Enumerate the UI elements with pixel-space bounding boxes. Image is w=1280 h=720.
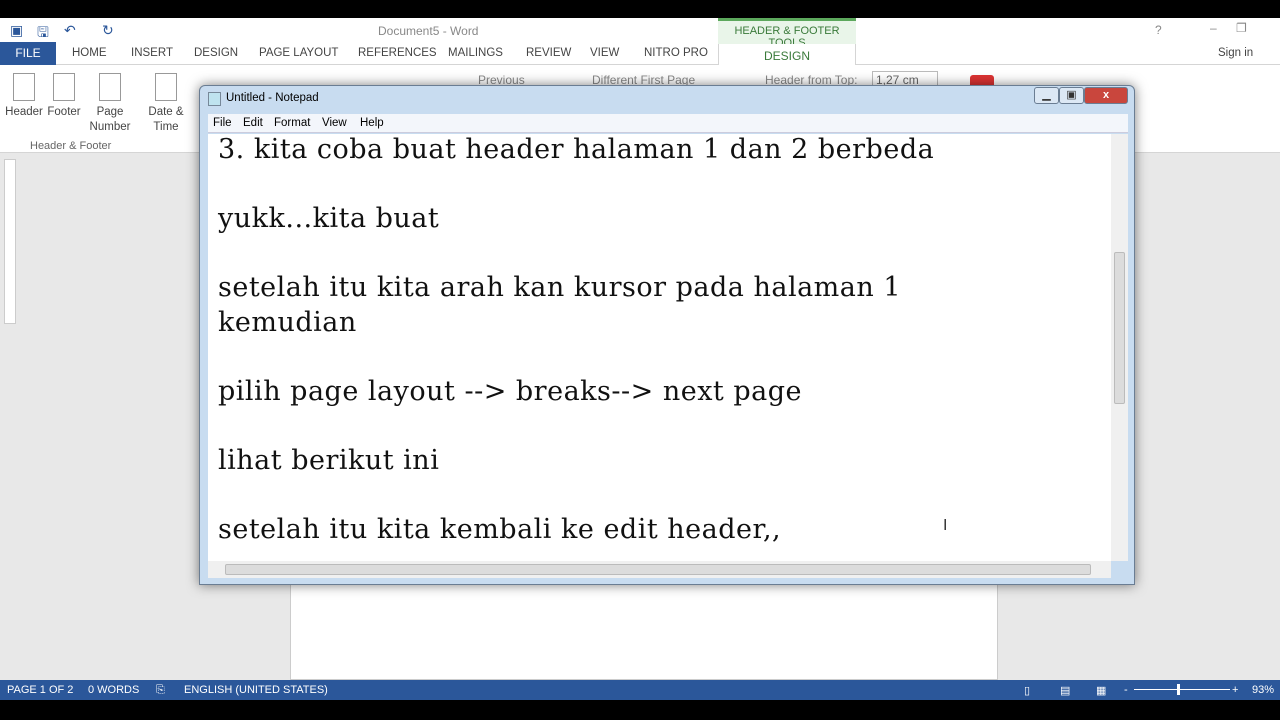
menu-help[interactable]: Help	[360, 117, 384, 129]
tab-home[interactable]: HOME	[72, 47, 107, 59]
text-line: 3. kita coba buat header halaman 1 dan 2…	[218, 134, 935, 165]
zoom-in-button[interactable]: +	[1232, 684, 1238, 696]
date-time-label: Date & Time	[148, 106, 184, 133]
notepad-text-area[interactable]: 3. kita coba buat header halaman 1 dan 2…	[208, 134, 1111, 561]
vertical-scrollbar[interactable]	[1111, 134, 1128, 561]
page-number-label: Page Number	[89, 106, 131, 133]
header-icon	[13, 73, 35, 101]
menu-file[interactable]: File	[213, 117, 232, 129]
horizontal-scroll-thumb[interactable]	[225, 564, 1091, 575]
tab-design[interactable]: DESIGN	[194, 47, 238, 59]
menu-edit[interactable]: Edit	[243, 117, 263, 129]
text-cursor-icon: I	[943, 517, 948, 534]
header-footer-tools-group: HEADER & FOOTER TOOLS DESIGN	[718, 18, 856, 68]
language[interactable]: ENGLISH (UNITED STATES)	[184, 684, 328, 696]
close-button[interactable]: x	[1084, 87, 1128, 104]
calendar-icon	[155, 73, 177, 101]
print-layout-icon[interactable]: ▤	[1060, 684, 1070, 697]
tab-nitro-pro[interactable]: NITRO PRO	[644, 47, 708, 59]
proofing-icon[interactable]: ⎘	[156, 684, 165, 697]
word-count[interactable]: 0 WORDS	[88, 684, 139, 696]
footer-label: Footer	[47, 106, 81, 118]
document-page[interactable]	[290, 583, 998, 680]
tab-insert[interactable]: INSERT	[131, 47, 173, 59]
text-line: lihat berikut ini	[218, 445, 440, 476]
page-count[interactable]: PAGE 1 OF 2	[7, 684, 73, 696]
web-layout-icon[interactable]: ▦	[1096, 684, 1106, 697]
title-bar: ▣ 🖫 ↶ ↻ Document5 - Word ? – ❐	[0, 18, 1280, 42]
text-line: yukk...kita buat	[218, 203, 440, 234]
ribbon-tabs: FILE HOME INSERT DESIGN PAGE LAYOUT REFE…	[0, 42, 1280, 65]
horizontal-scrollbar[interactable]	[208, 561, 1111, 578]
sign-in-link[interactable]: Sign in	[1218, 47, 1253, 59]
vertical-scroll-thumb[interactable]	[1114, 252, 1125, 404]
footer-button[interactable]: Footer	[45, 73, 83, 120]
minimize-icon[interactable]: –	[1210, 21, 1217, 35]
zoom-out-button[interactable]: -	[1124, 684, 1128, 696]
document-title: Document5 - Word	[378, 24, 479, 38]
read-mode-icon[interactable]: ▯	[1024, 684, 1030, 697]
vertical-ruler	[4, 159, 16, 324]
maximize-button[interactable]: ▣	[1059, 87, 1084, 104]
notepad-menu-bar: File Edit Format View Help	[208, 114, 1128, 133]
tab-view[interactable]: VIEW	[590, 47, 619, 59]
zoom-slider[interactable]	[1134, 689, 1230, 690]
undo-icon[interactable]: ↶	[64, 22, 76, 39]
menu-format[interactable]: Format	[274, 117, 310, 129]
footer-icon	[53, 73, 75, 101]
menu-view[interactable]: View	[322, 117, 347, 129]
word-logo-icon: ▣	[10, 22, 24, 38]
tab-page-layout[interactable]: PAGE LAYOUT	[259, 47, 338, 59]
text-line: setelah itu kita arah kan kursor pada ha…	[218, 272, 902, 303]
text-line: setelah itu kita kembali ke edit header,…	[218, 514, 782, 545]
tab-file[interactable]: FILE	[0, 42, 56, 65]
notepad-title: Untitled - Notepad	[226, 92, 319, 104]
header-label: Header	[5, 106, 43, 118]
page-number-icon	[99, 73, 121, 101]
notepad-window: Untitled - Notepad ▁ ▣ x File Edit Forma…	[199, 85, 1135, 585]
header-button[interactable]: Header	[4, 73, 44, 120]
text-line: kemudian	[218, 307, 357, 338]
zoom-level[interactable]: 93%	[1252, 684, 1274, 696]
zoom-slider-thumb[interactable]	[1177, 684, 1180, 695]
date-time-button[interactable]: Date & Time	[145, 73, 187, 135]
status-bar: PAGE 1 OF 2 0 WORDS ⎘ ENGLISH (UNITED ST…	[0, 680, 1280, 700]
notepad-icon	[208, 92, 221, 106]
tab-review[interactable]: REVIEW	[526, 47, 571, 59]
group-label: Header & Footer	[30, 140, 112, 152]
tab-references[interactable]: REFERENCES	[358, 47, 437, 59]
minimize-button[interactable]: ▁	[1034, 87, 1059, 104]
tab-mailings[interactable]: MAILINGS	[448, 47, 503, 59]
help-icon[interactable]: ?	[1155, 23, 1162, 37]
text-line: pilih page layout --> breaks--> next pag…	[218, 376, 803, 407]
redo-icon[interactable]: ↻	[102, 22, 114, 39]
page-number-button[interactable]: Page Number	[84, 73, 136, 135]
restore-icon[interactable]: ❐	[1236, 21, 1247, 35]
